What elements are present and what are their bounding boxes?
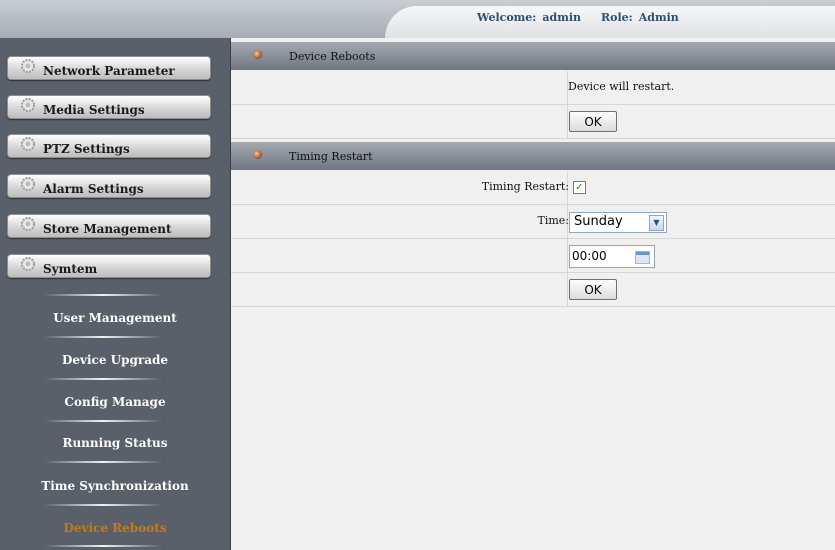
timing-enable-row: Timing Restart: ✓	[231, 171, 835, 205]
welcome-text: Welcome: admin Role: Admin	[477, 11, 685, 24]
timing-day-row: Time: Sunday ▼	[231, 205, 835, 239]
submenu-device-upgrade[interactable]: Device Upgrade	[0, 353, 230, 367]
menu-label: Store Management	[43, 222, 172, 236]
timing-ok-button[interactable]: OK	[569, 279, 617, 300]
time-input[interactable]: 00:00	[569, 245, 655, 268]
timing-restart-label: Timing Restart:	[481, 180, 569, 193]
gear-icon	[21, 98, 35, 112]
gear-icon	[21, 257, 35, 271]
reboot-ok-button[interactable]: OK	[569, 111, 617, 132]
menu-alarm-settings[interactable]: Alarm Settings	[7, 174, 211, 198]
submenu-separator	[44, 504, 162, 506]
timing-time-row: 00:00	[231, 239, 835, 273]
timing-restart-checkbox[interactable]: ✓	[573, 181, 586, 194]
time-input-value: 00:00	[572, 249, 607, 263]
gear-icon	[21, 137, 35, 151]
reboot-action-row: OK	[231, 105, 835, 139]
menu-label: Network Parameter	[43, 64, 175, 78]
welcome-panel: Welcome: admin Role: Admin	[385, 6, 835, 38]
day-select[interactable]: Sunday ▼	[569, 212, 667, 233]
gear-icon	[21, 177, 35, 191]
bullet-icon	[253, 150, 262, 159]
menu-ptz-settings[interactable]: PTZ Settings	[7, 134, 211, 158]
submenu-user-management[interactable]: User Management	[0, 311, 230, 325]
submenu-time-synchronization[interactable]: Time Synchronization	[0, 479, 230, 493]
submenu-separator	[44, 378, 162, 380]
calendar-icon[interactable]	[635, 251, 650, 264]
section-header-timing-restart: Timing Restart	[231, 142, 835, 170]
section-title: Timing Restart	[289, 150, 373, 163]
submenu-separator	[44, 420, 162, 422]
menu-store-management[interactable]: Store Management	[7, 214, 211, 238]
chevron-down-icon[interactable]: ▼	[649, 215, 664, 231]
menu-label: PTZ Settings	[43, 142, 130, 156]
submenu-running-status[interactable]: Running Status	[0, 436, 230, 450]
day-select-value: Sunday	[574, 214, 623, 229]
menu-label: Media Settings	[43, 103, 145, 117]
submenu-device-reboots[interactable]: Device Reboots	[0, 521, 230, 535]
submenu-config-manage[interactable]: Config Manage	[0, 395, 230, 409]
submenu-separator	[44, 294, 162, 296]
menu-system[interactable]: Symtem	[7, 254, 211, 278]
sidebar: Network Parameter Media Settings PTZ Set…	[0, 38, 231, 550]
timing-action-row: OK	[231, 273, 835, 307]
gear-icon	[21, 59, 35, 73]
section-header-device-reboots: Device Reboots	[231, 42, 835, 70]
welcome-label: Welcome:	[477, 11, 537, 24]
section-title: Device Reboots	[289, 50, 376, 63]
submenu-separator	[44, 461, 162, 463]
role-value: Admin	[638, 11, 679, 24]
bullet-icon	[253, 50, 262, 59]
reboot-message-row: Device will restart.	[231, 71, 835, 105]
gear-icon	[21, 217, 35, 231]
menu-network-parameter[interactable]: Network Parameter	[7, 56, 211, 80]
menu-label: Alarm Settings	[43, 182, 144, 196]
reboot-message: Device will restart.	[568, 80, 675, 93]
role-label: Role:	[601, 11, 633, 24]
menu-media-settings[interactable]: Media Settings	[7, 95, 211, 119]
submenu-separator	[44, 545, 162, 547]
submenu-separator	[44, 336, 162, 338]
username: admin	[542, 11, 582, 24]
main-panel: Device Reboots Device will restart. OK T…	[231, 38, 835, 550]
top-bar: Welcome: admin Role: Admin	[0, 0, 835, 38]
menu-label: Symtem	[43, 262, 98, 276]
time-label: Time:	[537, 214, 569, 227]
